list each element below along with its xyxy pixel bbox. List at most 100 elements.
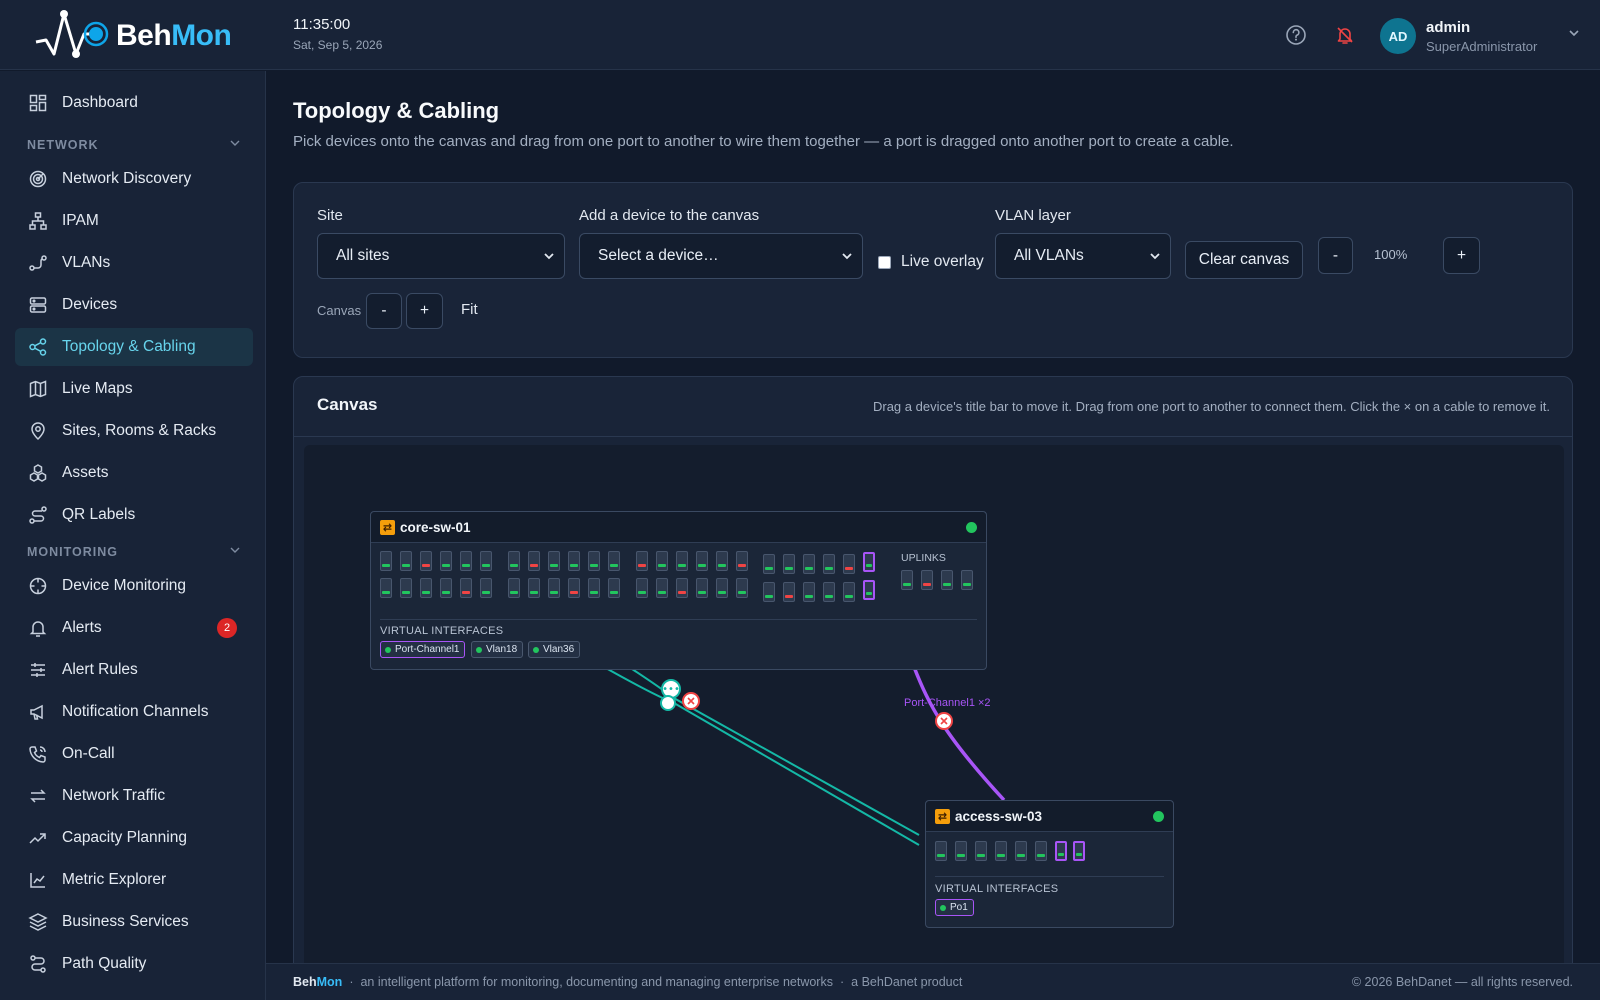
port-channel-port[interactable] xyxy=(1073,841,1085,861)
switch-port[interactable] xyxy=(656,578,668,598)
sidebar-item-topology-cabling[interactable]: Topology & Cabling xyxy=(15,328,253,366)
brand-logo[interactable]: BehMon xyxy=(32,8,242,64)
port-channel-port[interactable] xyxy=(1055,841,1067,861)
sidebar-item-vlans[interactable]: VLANs xyxy=(15,244,253,282)
zoom-out-button[interactable]: - xyxy=(1318,237,1353,274)
switch-port[interactable] xyxy=(823,582,835,602)
sidebar-item-on-call[interactable]: On-Call xyxy=(15,735,253,773)
port-channel-port[interactable] xyxy=(863,552,875,572)
muted-bell-icon[interactable] xyxy=(1332,22,1358,48)
device-select[interactable]: Select a device… xyxy=(579,233,863,279)
sidebar-item-dashboard[interactable]: Dashboard xyxy=(15,84,253,122)
interface-chip-vlan18[interactable]: Vlan18 xyxy=(471,641,524,658)
switch-port[interactable] xyxy=(528,551,540,571)
switch-port[interactable] xyxy=(783,554,795,574)
switch-port[interactable] xyxy=(763,554,775,574)
switch-port[interactable] xyxy=(380,551,392,571)
switch-port[interactable] xyxy=(460,578,472,598)
switch-port[interactable] xyxy=(716,578,728,598)
sidebar-item-alerts[interactable]: Alerts 2 xyxy=(15,609,253,647)
switch-port[interactable] xyxy=(636,551,648,571)
sidebar-item-capacity-planning[interactable]: Capacity Planning xyxy=(15,819,253,857)
switch-port[interactable] xyxy=(736,551,748,571)
sidebar-item-devices[interactable]: Devices xyxy=(15,286,253,324)
switch-port[interactable] xyxy=(608,551,620,571)
sidebar-item-qr-labels[interactable]: QR Labels xyxy=(15,496,253,534)
switch-port[interactable] xyxy=(823,554,835,574)
help-icon[interactable] xyxy=(1283,22,1309,48)
switch-port[interactable] xyxy=(921,570,933,590)
switch-port[interactable] xyxy=(588,578,600,598)
switch-port[interactable] xyxy=(783,582,795,602)
portchannel-cable[interactable] xyxy=(912,666,1006,802)
section-monitoring-toggle[interactable]: MONITORING xyxy=(27,542,241,562)
switch-port[interactable] xyxy=(995,841,1007,861)
switch-port[interactable] xyxy=(568,551,580,571)
switch-port[interactable] xyxy=(548,551,560,571)
switch-port[interactable] xyxy=(480,551,492,571)
switch-port[interactable] xyxy=(975,841,987,861)
device-title-bar[interactable]: ⇄ access-sw-03 xyxy=(926,801,1173,832)
user-menu[interactable]: AD admin SuperAdministrator xyxy=(1380,16,1580,56)
live-overlay-checkbox[interactable]: Live overlay xyxy=(878,253,984,271)
switch-port[interactable] xyxy=(736,578,748,598)
switch-port[interactable] xyxy=(400,578,412,598)
switch-port[interactable] xyxy=(935,841,947,861)
canvas-zoom-out-button[interactable]: - xyxy=(366,293,402,329)
cable-waypoint-icon[interactable]: ••• xyxy=(661,679,681,699)
switch-port[interactable] xyxy=(508,551,520,571)
interface-chip-port-channel1[interactable]: Port-Channel1 xyxy=(380,641,466,658)
sidebar-item-alert-rules[interactable]: Alert Rules xyxy=(15,651,253,689)
canvas-zoom-in-button[interactable]: + xyxy=(406,293,443,329)
zoom-in-button[interactable]: + xyxy=(1443,237,1480,274)
switch-port[interactable] xyxy=(763,582,775,602)
switch-port[interactable] xyxy=(803,554,815,574)
clear-canvas-button[interactable]: Clear canvas xyxy=(1185,241,1303,279)
switch-port[interactable] xyxy=(440,551,452,571)
sidebar-item-notification-channels[interactable]: Notification Channels xyxy=(15,693,253,731)
switch-port[interactable] xyxy=(696,578,708,598)
switch-port[interactable] xyxy=(676,551,688,571)
switch-port[interactable] xyxy=(1015,841,1027,861)
switch-port[interactable] xyxy=(843,554,855,574)
switch-port[interactable] xyxy=(420,578,432,598)
sidebar-item-sites-rooms-racks[interactable]: Sites, Rooms & Racks xyxy=(15,412,253,450)
switch-port[interactable] xyxy=(508,578,520,598)
sidebar-item-assets[interactable]: Assets xyxy=(15,454,253,492)
section-network-toggle[interactable]: NETWORK xyxy=(27,135,241,155)
topology-canvas[interactable]: ••• Port-Channel1 ×2 ⇄ core-sw-01 UPLINK… xyxy=(304,445,1564,1000)
sidebar-item-ipam[interactable]: IPAM xyxy=(15,202,253,240)
sidebar-item-path-quality[interactable]: Path Quality xyxy=(15,945,253,983)
switch-port[interactable] xyxy=(380,578,392,598)
switch-port[interactable] xyxy=(400,551,412,571)
switch-port[interactable] xyxy=(440,578,452,598)
site-select[interactable]: All sites xyxy=(317,233,565,279)
switch-port[interactable] xyxy=(480,578,492,598)
cable-waypoint-icon[interactable] xyxy=(660,695,676,711)
switch-port[interactable] xyxy=(568,578,580,598)
remove-cable-icon[interactable] xyxy=(935,712,953,730)
switch-port[interactable] xyxy=(608,578,620,598)
sidebar-item-network-discovery[interactable]: Network Discovery xyxy=(15,160,253,198)
sidebar-item-live-maps[interactable]: Live Maps xyxy=(15,370,253,408)
checkbox-box[interactable] xyxy=(878,255,891,269)
device-access-sw-03[interactable]: ⇄ access-sw-03 VIRTUAL INTERFACES Po1 xyxy=(925,800,1174,928)
switch-port[interactable] xyxy=(636,578,648,598)
sidebar-item-network-traffic[interactable]: Network Traffic xyxy=(15,777,253,815)
switch-port[interactable] xyxy=(1035,841,1047,861)
sidebar-item-metric-explorer[interactable]: Metric Explorer xyxy=(15,861,253,899)
switch-port[interactable] xyxy=(656,551,668,571)
switch-port[interactable] xyxy=(528,578,540,598)
vlan-select[interactable]: All VLANs xyxy=(995,233,1171,279)
switch-port[interactable] xyxy=(588,551,600,571)
interface-chip-po1[interactable]: Po1 xyxy=(935,899,974,916)
interface-chip-vlan36[interactable]: Vlan36 xyxy=(528,641,581,658)
device-core-sw-01[interactable]: ⇄ core-sw-01 UPLINKS VIRTUAL INTERFACES … xyxy=(370,511,987,670)
switch-port[interactable] xyxy=(696,551,708,571)
switch-port[interactable] xyxy=(716,551,728,571)
remove-cable-icon[interactable] xyxy=(682,692,700,710)
switch-port[interactable] xyxy=(843,582,855,602)
switch-port[interactable] xyxy=(901,570,913,590)
device-title-bar[interactable]: ⇄ core-sw-01 xyxy=(371,512,986,543)
sidebar-item-business-services[interactable]: Business Services xyxy=(15,903,253,941)
